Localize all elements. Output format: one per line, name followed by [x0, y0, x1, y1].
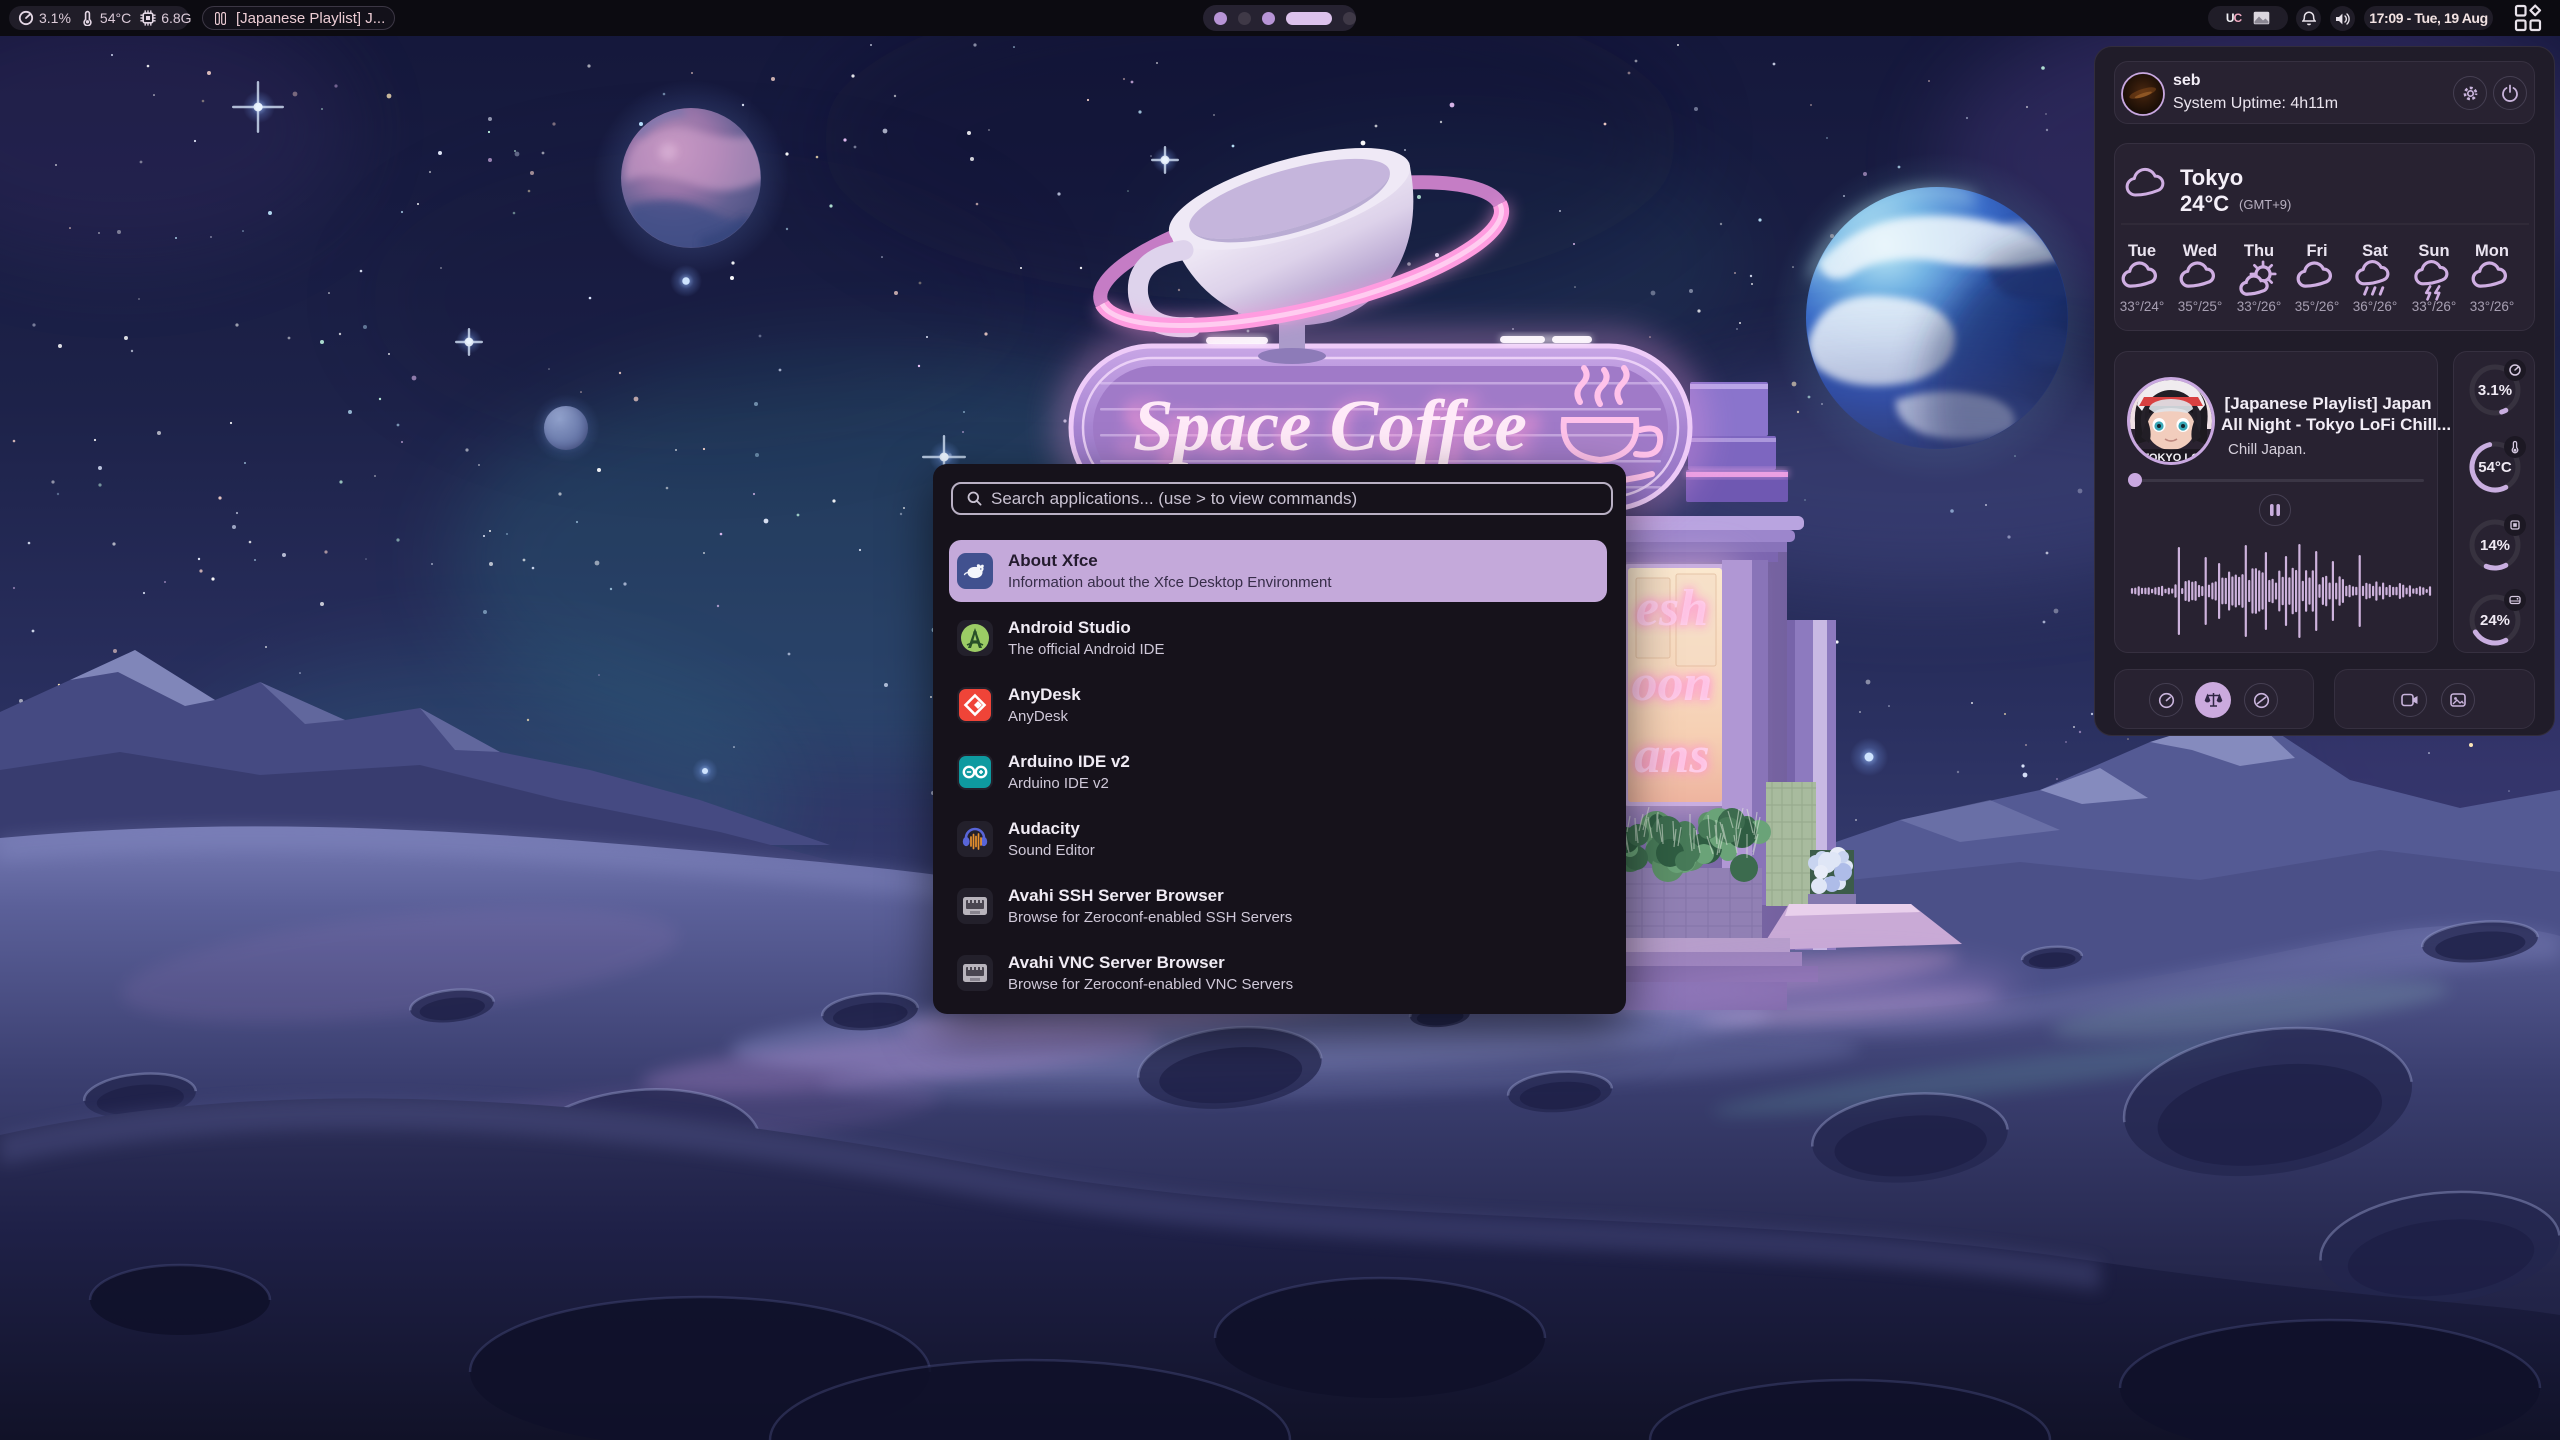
svg-text:33°/24°: 33°/24° — [2120, 299, 2165, 314]
svg-text:36°/26°: 36°/26° — [2353, 299, 2398, 314]
svg-text:esh: esh — [1636, 580, 1708, 637]
svg-text:(GMT+9): (GMT+9) — [2239, 197, 2291, 212]
svg-text:54°C: 54°C — [2478, 459, 2512, 476]
svg-text:24°C: 24°C — [2180, 191, 2229, 216]
svg-text:33°/26°: 33°/26° — [2470, 299, 2515, 314]
svg-text:Sat: Sat — [2362, 242, 2388, 260]
svg-text:35°/26°: 35°/26° — [2295, 299, 2340, 314]
svg-text:Thu: Thu — [2244, 242, 2274, 260]
svg-text:Sun: Sun — [2418, 242, 2449, 260]
svg-text:24%: 24% — [2480, 612, 2510, 629]
svg-text:Wed: Wed — [2183, 242, 2218, 260]
svg-text:Mon: Mon — [2475, 242, 2509, 260]
svg-text:35°/25°: 35°/25° — [2178, 299, 2223, 314]
svg-text:14%: 14% — [2480, 537, 2510, 554]
svg-text:oon: oon — [1632, 655, 1713, 712]
svg-text:Tue: Tue — [2128, 242, 2156, 260]
svg-text:Tokyo: Tokyo — [2180, 165, 2243, 190]
svg-text:33°/26°: 33°/26° — [2237, 299, 2282, 314]
svg-text:Fri: Fri — [2306, 242, 2327, 260]
svg-text:Space Coffee: Space Coffee — [1133, 385, 1527, 466]
svg-text:ans: ans — [1634, 727, 1709, 784]
svg-text:3.1%: 3.1% — [2478, 382, 2512, 399]
svg-text:33°/26°: 33°/26° — [2412, 299, 2457, 314]
